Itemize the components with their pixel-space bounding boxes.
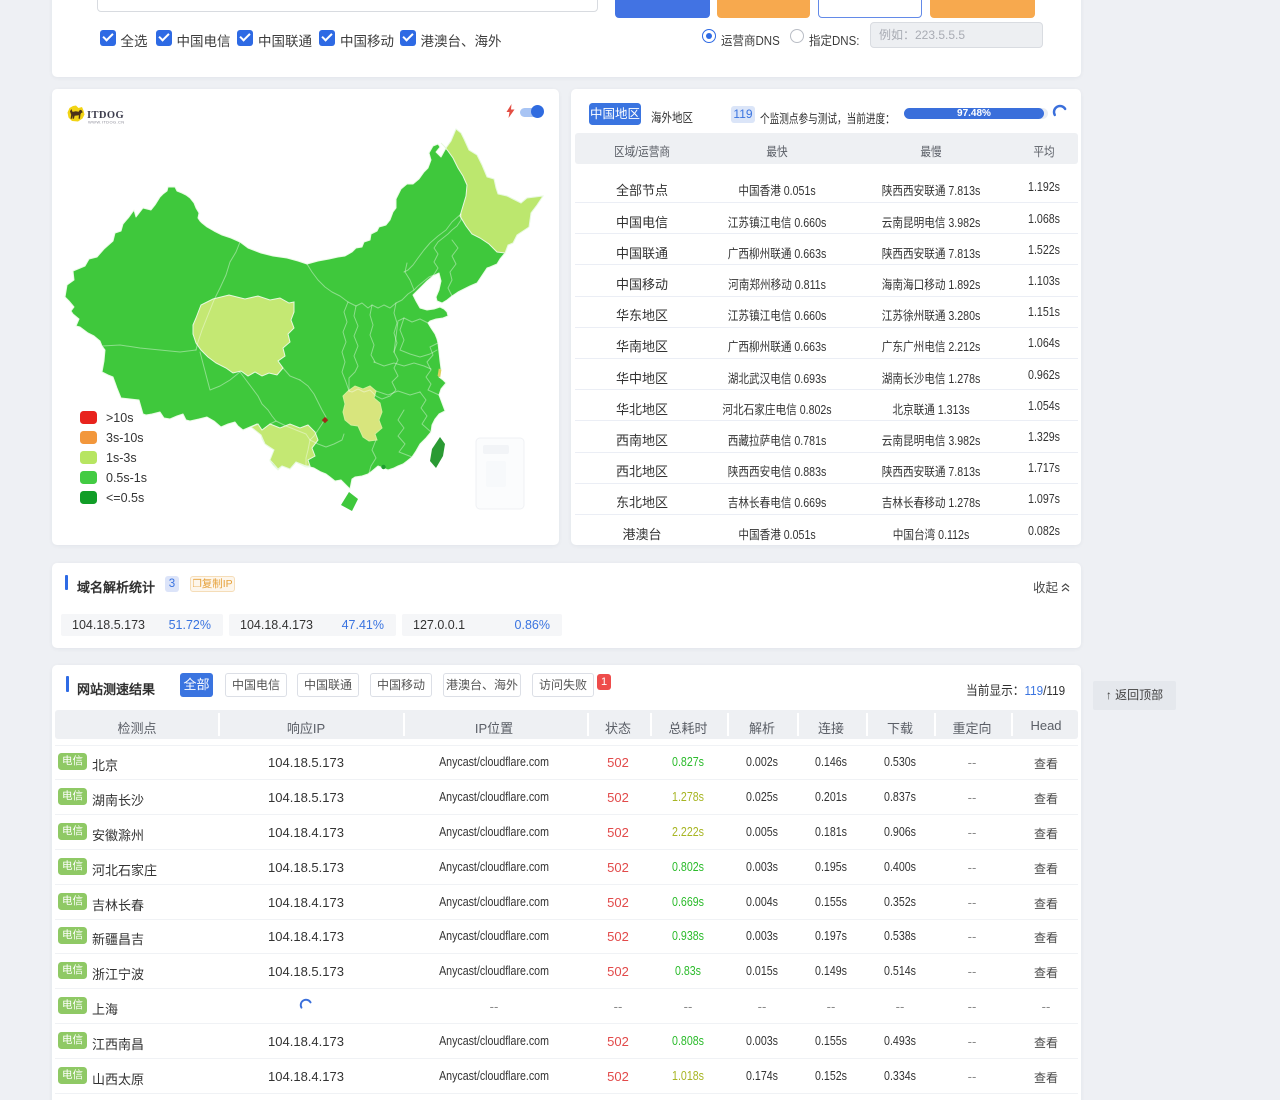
svg-text:0.5s-1s: 0.5s-1s — [106, 471, 147, 485]
svg-text:3s-10s: 3s-10s — [106, 431, 144, 445]
svg-text:WWW.ITDOG.CN: WWW.ITDOG.CN — [88, 120, 125, 125]
svg-text:>10s: >10s — [106, 411, 133, 425]
svg-text:<=0.5s: <=0.5s — [106, 491, 144, 505]
svg-text:1s-3s: 1s-3s — [106, 451, 137, 465]
